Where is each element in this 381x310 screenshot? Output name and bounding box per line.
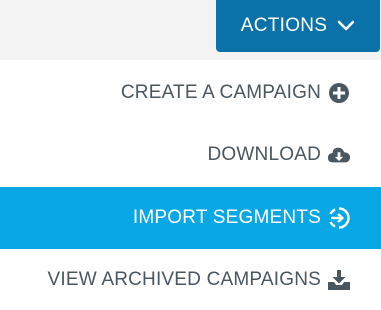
top-bar: ACTIONS — [0, 0, 381, 60]
actions-dropdown-menu: CREATE A CAMPAIGN DOWNLOAD IMPORT SEGMEN… — [0, 60, 381, 310]
menu-item-view-archived-campaigns[interactable]: VIEW ARCHIVED CAMPAIGNS — [0, 249, 381, 310]
tray-download-icon — [327, 268, 351, 292]
menu-item-create-campaign[interactable]: CREATE A CAMPAIGN — [0, 62, 381, 124]
sign-in-icon — [327, 206, 351, 230]
menu-item-download[interactable]: DOWNLOAD — [0, 124, 381, 186]
menu-item-label: CREATE A CAMPAIGN — [120, 82, 321, 103]
cloud-download-icon — [327, 143, 351, 167]
plus-circle-icon — [327, 81, 351, 105]
chevron-down-icon — [337, 20, 355, 32]
menu-item-import-segments[interactable]: IMPORT SEGMENTS — [0, 187, 381, 249]
menu-item-label: VIEW ARCHIVED CAMPAIGNS — [47, 269, 321, 290]
page: ACTIONS CREATE A CAMPAIGN DOWNLOAD IMPOR… — [0, 0, 381, 310]
actions-button-label: ACTIONS — [240, 15, 328, 36]
actions-button[interactable]: ACTIONS — [216, 0, 380, 52]
menu-item-label: IMPORT SEGMENTS — [132, 207, 321, 228]
menu-item-label: DOWNLOAD — [207, 144, 321, 165]
